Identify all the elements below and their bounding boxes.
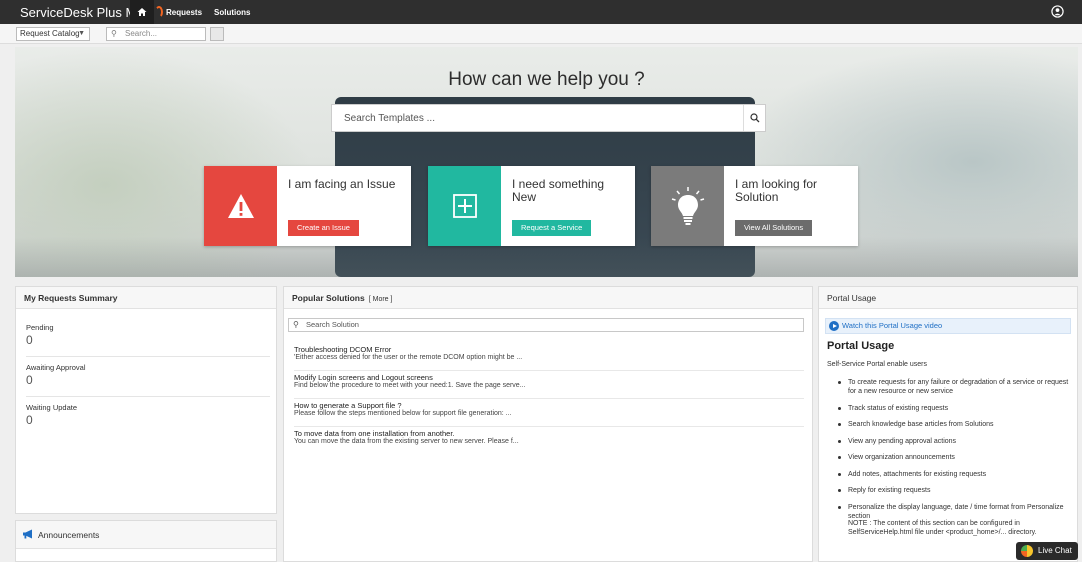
portal-usage-note: NOTE : The content of this section can b… — [848, 520, 1037, 536]
announcements-header: Announcements — [16, 521, 276, 549]
solution-item-title[interactable]: Modify Login screens and Logout screens — [294, 373, 433, 382]
user-profile-icon[interactable] — [1051, 5, 1064, 18]
solution-item[interactable]: Modify Login screens and Logout screens … — [294, 371, 804, 399]
solution-item-title[interactable]: Troubleshooting DCOM Error — [294, 345, 391, 354]
solution-search-placeholder: Search Solution — [306, 320, 359, 329]
summary-waiting-update-count[interactable]: 0 — [26, 413, 33, 427]
solution-item-desc: 'Either access denied for the user or th… — [294, 354, 523, 361]
solution-card-title: I am looking for Solution — [735, 177, 818, 204]
service-card-title: I need something New — [512, 177, 605, 204]
announcements-title: Announcements — [38, 530, 100, 540]
request-catalog-dropdown[interactable]: Request Catalog ▼ — [16, 27, 90, 41]
announcements-panel: Announcements — [15, 520, 277, 562]
service-card: I need something New Request a Service — [428, 166, 635, 246]
portal-usage-item: To create requests for any failure or de… — [835, 378, 1071, 396]
portal-usage-item: Search knowledge base articles from Solu… — [835, 420, 1071, 429]
service-card-side — [428, 166, 501, 246]
live-chat-label: Live Chat — [1038, 546, 1072, 555]
summary-awaiting-approval[interactable]: Awaiting Approval 0 — [26, 357, 270, 397]
solution-item-title[interactable]: How to generate a Support file ? — [294, 401, 402, 410]
solution-item[interactable]: How to generate a Support file ? Please … — [294, 399, 804, 427]
summary-awaiting-approval-label: Awaiting Approval — [26, 363, 86, 372]
template-search-placeholder: Search Templates ... — [344, 113, 435, 124]
template-search-button[interactable] — [743, 105, 765, 131]
request-service-button[interactable]: Request a Service — [512, 220, 592, 236]
hero-title: How can we help you ? — [448, 69, 645, 90]
portal-usage-video-link[interactable]: Watch this Portal Usage video — [825, 318, 1071, 334]
portal-usage-intro: Self-Service Portal enable users — [827, 361, 927, 368]
sub-toolbar: Request Catalog ▼ ⚲ Search... — [0, 24, 1082, 44]
issue-card-side — [204, 166, 277, 246]
portal-usage-list: To create requests for any failure or de… — [835, 378, 1071, 528]
warning-icon — [227, 194, 254, 218]
requests-summary-panel: My Requests Summary Pending 0 Awaiting A… — [15, 286, 277, 514]
megaphone-icon — [23, 529, 32, 539]
home-icon — [137, 8, 147, 16]
live-chat-icon — [1021, 545, 1033, 557]
request-catalog-label: Request Catalog — [20, 29, 80, 38]
solution-item-title[interactable]: To move data from one installation from … — [294, 429, 455, 438]
summary-pending-count[interactable]: 0 — [26, 333, 33, 347]
portal-usage-item: View organization announcements — [835, 453, 1071, 462]
search-icon — [749, 113, 759, 123]
plus-icon — [452, 194, 477, 218]
summary-awaiting-approval-count[interactable]: 0 — [26, 373, 33, 387]
create-issue-button[interactable]: Create an Issue — [288, 220, 359, 236]
popular-solutions-panel: Popular Solutions [ More ] ⚲ Search Solut… — [283, 286, 813, 562]
portal-usage-panel: Portal Usage Watch this Portal Usage vid… — [818, 286, 1078, 562]
solution-item[interactable]: To move data from one installation from … — [294, 427, 804, 455]
portal-usage-heading: Portal Usage — [827, 340, 895, 352]
live-chat-button[interactable]: Live Chat — [1016, 542, 1078, 560]
brand-arc-icon — [154, 5, 163, 18]
solution-card: I am looking for Solution View All Solut… — [651, 166, 858, 246]
play-icon — [829, 321, 839, 331]
solution-search-input[interactable]: ⚲ Search Solution — [288, 318, 804, 332]
brand-logo[interactable]: ServiceDesk Plus MSP — [0, 5, 163, 20]
home-button[interactable] — [130, 0, 154, 24]
portal-usage-item: Add notes, attachments for existing requ… — [835, 470, 1071, 479]
nav-solutions[interactable]: Solutions — [214, 8, 250, 17]
portal-usage-item: Track status of existing requests — [835, 404, 1071, 413]
global-search-input[interactable]: ⚲ Search... — [106, 27, 206, 41]
global-search-button[interactable] — [210, 27, 224, 41]
portal-usage-video-label: Watch this Portal Usage video — [842, 321, 943, 330]
popular-solutions-more-link[interactable]: [ More ] — [369, 296, 393, 303]
portal-usage-item: View any pending approval actions — [835, 437, 1071, 446]
solution-item-desc: Please follow the steps mentioned below … — [294, 410, 512, 417]
template-search-input[interactable]: Search Templates ... — [331, 104, 766, 132]
requests-summary-title: My Requests Summary — [16, 287, 276, 309]
summary-waiting-update[interactable]: Waiting Update 0 — [26, 397, 270, 437]
search-icon: ⚲ — [293, 320, 299, 329]
issue-card-title: I am facing an Issue — [288, 177, 396, 191]
search-icon: ⚲ — [111, 29, 117, 38]
portal-usage-item: Personalize the display language, date /… — [835, 503, 1071, 521]
view-all-solutions-button[interactable]: View All Solutions — [735, 220, 813, 236]
summary-waiting-update-label: Waiting Update — [26, 403, 77, 412]
popular-solutions-title: Popular Solutions — [292, 293, 365, 303]
solution-item-desc: You can move the data from the existing … — [294, 438, 519, 445]
portal-usage-title: Portal Usage — [819, 287, 1077, 309]
solution-card-side — [651, 166, 724, 246]
nav-requests[interactable]: Requests — [166, 8, 202, 17]
issue-card: I am facing an Issue Create an Issue — [204, 166, 411, 246]
top-bar: ServiceDesk Plus MSP Requests Solutions — [0, 0, 1082, 24]
global-search-placeholder: Search... — [125, 29, 158, 38]
popular-solutions-header: Popular Solutions [ More ] — [284, 287, 812, 309]
solution-item-desc: Find below the procedure to meet with yo… — [294, 382, 526, 389]
portal-usage-item: Reply for existing requests — [835, 486, 1071, 495]
lightbulb-icon — [671, 187, 704, 225]
solution-item[interactable]: Troubleshooting DCOM Error 'Either acces… — [294, 343, 804, 371]
summary-pending-label: Pending — [26, 323, 54, 332]
chevron-down-icon: ▼ — [78, 30, 85, 37]
summary-pending[interactable]: Pending 0 — [26, 317, 270, 357]
